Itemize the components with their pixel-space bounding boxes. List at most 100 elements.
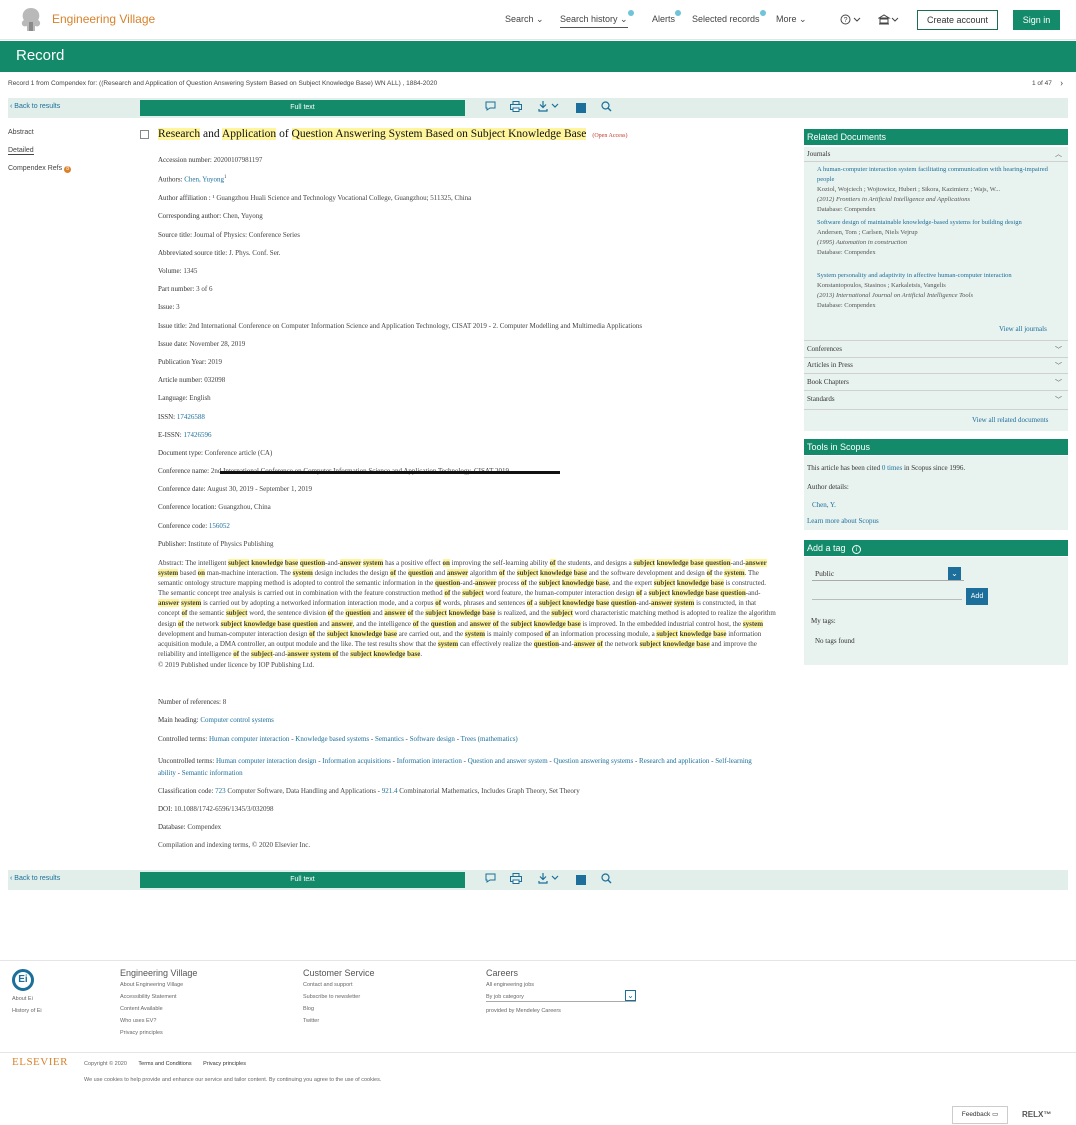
print-icon[interactable] xyxy=(510,873,522,885)
save-to-folder-icon[interactable] xyxy=(576,875,586,885)
download-icon[interactable] xyxy=(538,101,562,113)
print-icon[interactable] xyxy=(510,101,522,113)
footer-link[interactable]: Accessibility Statement xyxy=(120,994,197,1000)
learn-more-scopus-link[interactable]: Learn more about Scopus xyxy=(807,517,879,525)
controlled-term-link[interactable]: Software design xyxy=(410,735,455,743)
feedback-button[interactable]: Feedback ▭ xyxy=(952,1106,1008,1124)
footer-link[interactable]: Subscribe to newsletter xyxy=(303,994,375,1000)
select-record-checkbox[interactable] xyxy=(140,130,149,139)
tag-visibility-select[interactable]: Public xyxy=(812,567,964,581)
controlled-term-link[interactable]: Semantics xyxy=(375,735,404,743)
related-item-title[interactable]: Software design of maintainable knowledg… xyxy=(817,218,1057,228)
create-account-button[interactable]: Create account xyxy=(917,10,998,30)
footer-link[interactable]: About Engineering Village xyxy=(120,982,197,988)
field-value: 2019 xyxy=(207,358,222,366)
scopus-author-link[interactable]: Chen, Y. xyxy=(812,501,836,509)
add-tag-button[interactable]: Add xyxy=(966,588,988,605)
section-conferences[interactable]: Conferences xyxy=(807,345,842,353)
brand-name[interactable]: Engineering Village xyxy=(52,12,155,26)
job-category-select[interactable]: By job category ⌄ xyxy=(486,990,636,1002)
elsevier-tree-logo-icon[interactable] xyxy=(16,4,46,34)
section-standards[interactable]: Standards xyxy=(807,395,835,403)
nav-alerts[interactable]: Alerts xyxy=(652,10,682,24)
copyright-notice: © 2019 Published under licence by IOP Pu… xyxy=(158,660,315,669)
chevron-down-icon[interactable]: ﹀ xyxy=(1055,395,1062,405)
nav-detailed[interactable]: Detailed xyxy=(8,147,34,155)
view-all-journals-link[interactable]: View all journals xyxy=(999,325,1047,333)
ei-logo-icon[interactable]: Ei xyxy=(12,969,34,991)
related-item-title[interactable]: A human-computer interaction system faci… xyxy=(817,165,1057,185)
nav-search[interactable]: Search ⌄ xyxy=(505,14,544,25)
uncontrolled-term-link[interactable]: Research and application xyxy=(639,757,709,765)
privacy-link[interactable]: Privacy principles xyxy=(203,1061,246,1067)
footer-link[interactable]: All engineering jobs xyxy=(486,982,636,988)
search-icon[interactable] xyxy=(600,101,612,113)
search-icon[interactable] xyxy=(600,873,612,885)
footer-link[interactable]: Blog xyxy=(303,1006,375,1012)
related-item-title[interactable]: System personality and adaptivity in aff… xyxy=(817,271,1057,281)
uncontrolled-term-link[interactable]: Question answering systems xyxy=(553,757,633,765)
nav-abstract[interactable]: Abstract xyxy=(8,129,34,136)
chevron-down-icon: ⌄ xyxy=(620,14,628,24)
cited-count-link[interactable]: 0 times xyxy=(882,464,902,472)
nav-compendex-refs[interactable]: Compendex Refs 8 xyxy=(8,165,72,173)
controlled-term-link[interactable]: Knowledge based systems xyxy=(295,735,369,743)
footer-link[interactable]: Content Available xyxy=(120,1006,197,1012)
download-icon[interactable] xyxy=(538,873,562,885)
field-value[interactable]: 17426596 xyxy=(183,431,211,439)
view-all-related-link[interactable]: View all related documents xyxy=(972,416,1048,424)
comment-icon[interactable] xyxy=(484,101,496,113)
nav-search-history[interactable]: Search history ⌄ xyxy=(560,10,634,28)
full-text-button[interactable]: Full text xyxy=(140,100,465,116)
nav-selected-records[interactable]: Selected records xyxy=(692,10,766,24)
terms-link[interactable]: Terms and Conditions xyxy=(138,1061,191,1067)
info-icon[interactable]: i xyxy=(852,545,862,554)
about-ei-link[interactable]: About Ei xyxy=(12,996,42,1002)
uncontrolled-term-link[interactable]: Human computer interaction design xyxy=(216,757,317,765)
controlled-term-link[interactable]: Trees (mathematics) xyxy=(461,735,518,743)
nav-more[interactable]: More ⌄ xyxy=(776,14,807,25)
field-value[interactable]: 156052 xyxy=(209,522,230,530)
back-to-results-link[interactable]: ‹ Back to results xyxy=(10,875,60,882)
chevron-down-icon[interactable]: ﹀ xyxy=(1055,345,1062,355)
field-value[interactable]: 17426588 xyxy=(177,413,205,421)
scopus-panel: This article has been cited 0 times in S… xyxy=(804,456,1068,530)
field-value[interactable]: Chen, Yuyong xyxy=(184,175,224,183)
controlled-term-link[interactable]: Human computer interaction xyxy=(209,735,289,743)
main-heading-link[interactable]: Computer control systems xyxy=(200,716,274,724)
chevron-down-icon[interactable]: ⌄ xyxy=(948,567,961,580)
footer-link[interactable]: Contact and support xyxy=(303,982,375,988)
section-book-chapters[interactable]: Book Chapters xyxy=(807,378,849,386)
footer-link[interactable]: Privacy principles xyxy=(120,1030,197,1036)
footer-heading: Customer Service xyxy=(303,968,375,978)
field-label: Part number: xyxy=(158,285,197,293)
elsevier-logo[interactable]: ELSEVIER xyxy=(12,1056,68,1068)
uncontrolled-term-link[interactable]: Information acquisitions xyxy=(322,757,391,765)
full-text-button[interactable]: Full text xyxy=(140,872,465,888)
uncontrolled-term-link[interactable]: Information interaction xyxy=(397,757,462,765)
uncontrolled-term-link[interactable]: Semantic information xyxy=(182,769,243,777)
chevron-down-icon[interactable]: ﹀ xyxy=(1055,378,1062,388)
save-to-folder-icon[interactable] xyxy=(576,103,586,113)
help-icon[interactable]: ? xyxy=(840,14,862,27)
footer-link[interactable]: Who uses EV? xyxy=(120,1018,197,1024)
next-record-icon[interactable]: › xyxy=(1060,78,1063,89)
comment-icon[interactable] xyxy=(484,873,496,885)
related-item-authors: Andersen, Tom ; Carlsen, Niels Vejrup xyxy=(817,229,918,236)
section-articles-in-press[interactable]: Articles in Press xyxy=(807,361,853,369)
uncontrolled-term-link[interactable]: Question and answer system xyxy=(468,757,548,765)
classification-code-link[interactable]: 723 xyxy=(215,787,226,795)
chevron-up-icon[interactable]: ︿ xyxy=(1055,149,1062,159)
institution-icon[interactable] xyxy=(877,14,900,27)
sign-in-button[interactable]: Sign in xyxy=(1013,10,1060,30)
footer-col-customer-service: Customer Service Contact and support Sub… xyxy=(303,968,375,1030)
chevron-down-icon[interactable]: ﹀ xyxy=(1055,361,1062,371)
tag-input[interactable] xyxy=(812,599,962,600)
controlled-terms: Controlled terms: Human computer interac… xyxy=(158,735,518,743)
footer-link[interactable]: Twitter xyxy=(303,1018,375,1024)
back-to-results-link[interactable]: ‹ Back to results xyxy=(10,103,60,110)
record-field: Issue title: 2nd International Conferenc… xyxy=(158,322,642,330)
journals-section-toggle[interactable]: Journals xyxy=(807,150,830,158)
classification-code-link[interactable]: 921.4 xyxy=(382,787,398,795)
history-ei-link[interactable]: History of Ei xyxy=(12,1008,42,1014)
